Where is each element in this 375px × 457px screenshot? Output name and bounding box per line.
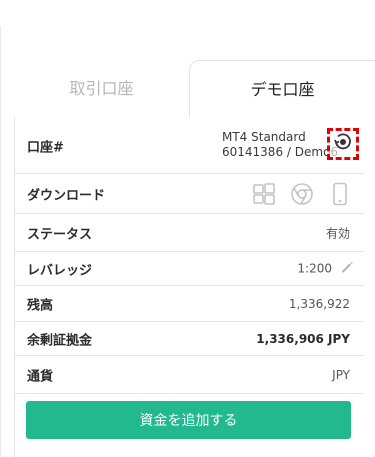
mobile-icon[interactable] (328, 182, 352, 206)
history-button[interactable] (327, 128, 359, 160)
free-margin-label: 余剰証拠金 (27, 333, 93, 348)
leverage-row: レバレッジ 1:200 (15, 252, 364, 286)
tab-demo-account[interactable]: デモ口座 (189, 60, 375, 118)
chrome-icon[interactable] (290, 182, 314, 206)
add-funds-button[interactable]: 資金を追加する (26, 401, 351, 439)
status-value: 有効 (325, 226, 350, 240)
history-icon (333, 132, 353, 156)
account-info: MT4 Standard 60141386 / Demo6 (222, 130, 340, 162)
pencil-icon[interactable] (340, 259, 354, 278)
left-divider (0, 26, 1, 457)
tab-real-account[interactable]: 取引口座 (14, 60, 189, 118)
free-margin-row: 余剰証拠金 1,336,906 JPY (15, 322, 364, 356)
account-number-row: 口座# MT4 Standard 60141386 / Demo6 (15, 118, 364, 174)
windows-icon[interactable] (252, 182, 276, 206)
status-label: ステータス (27, 227, 93, 242)
currency-value: JPY (332, 367, 350, 382)
download-icons (252, 182, 352, 206)
balance-label: 残高 (27, 298, 54, 313)
currency-row: 通貨 JPY (15, 356, 364, 394)
balance-row: 残高 1,336,922 (15, 286, 364, 322)
leverage-value: 1:200 (297, 261, 332, 276)
leverage-label: レバレッジ (27, 263, 93, 278)
account-type: MT4 Standard (222, 130, 306, 144)
free-margin-value: 1,336,906 JPY (256, 331, 350, 346)
balance-value: 1,336,922 (288, 296, 350, 311)
status-row: ステータス 有効 (15, 214, 364, 252)
download-row: ダウンロード (15, 174, 364, 214)
account-number-label: 口座# (27, 140, 64, 155)
leverage-value-group: 1:200 (297, 259, 354, 278)
download-label: ダウンロード (27, 188, 106, 203)
currency-label: 通貨 (27, 369, 54, 384)
account-id: 60141386 / Demo6 (222, 145, 339, 159)
